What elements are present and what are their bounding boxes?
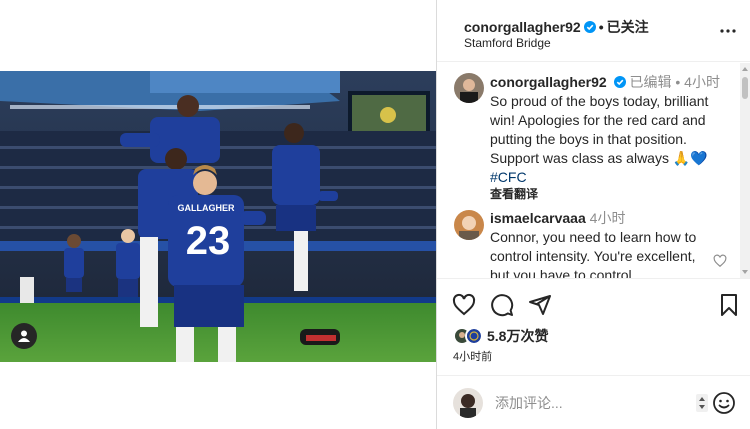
comment-time: 4小时 [589, 210, 626, 226]
comments-scrollbar[interactable] [740, 63, 750, 278]
comments-list[interactable]: conorgallagher92 已编辑 • 4小时 So proud of t… [437, 63, 741, 278]
post-actions: 5.8万次赞 4小时前 [437, 278, 750, 368]
share-icon[interactable] [528, 293, 552, 317]
bookmark-icon[interactable] [717, 293, 741, 317]
media-column: GALLAGHER 23 [0, 0, 436, 429]
input-stepper[interactable] [696, 394, 708, 412]
header-username[interactable]: conorgallagher92 [464, 19, 581, 35]
follow-status-button[interactable]: 已关注 [607, 19, 649, 35]
header-user-line: conorgallagher92 • 已关注 [464, 17, 649, 37]
heart-icon[interactable] [452, 293, 476, 317]
verified-badge-icon [583, 21, 596, 33]
comment-username[interactable]: ismaelcarvaaa [490, 210, 586, 226]
caption-edited: 已编辑 [629, 74, 672, 90]
scroll-up-arrow-icon[interactable] [741, 65, 749, 73]
comment-icon[interactable] [490, 293, 514, 317]
verified-badge-icon [613, 76, 626, 88]
comment-avatar[interactable] [454, 210, 484, 240]
jersey-name: GALLAGHER [178, 203, 235, 213]
location-link[interactable]: Stamford Bridge [464, 36, 551, 50]
user-tag-icon [18, 330, 30, 342]
post-details-panel: conorgallagher92 • 已关注 Stamford Bridge con… [436, 0, 750, 429]
likes-row[interactable]: 5.8万次赞 [453, 326, 548, 346]
likes-count[interactable]: 5.8万次赞 [487, 326, 548, 346]
translate-link[interactable]: 查看翻译 [490, 187, 730, 202]
caption-avatar[interactable] [454, 73, 484, 103]
current-user-avatar [453, 388, 483, 418]
caption-emoji: 🙏💙 [672, 150, 708, 166]
comment-text: Connor, you need to learn how to control… [490, 229, 697, 278]
caption-time: 4小时 [684, 74, 720, 90]
scrollbar-thumb[interactable] [742, 77, 748, 99]
caption: conorgallagher92 已编辑 • 4小时 So proud of t… [490, 73, 730, 202]
post-header: conorgallagher92 • 已关注 Stamford Bridge [437, 0, 750, 62]
post-timestamp[interactable]: 4小时前 [453, 348, 492, 364]
add-comment-bar [437, 375, 750, 429]
comment-like-heart-icon[interactable] [713, 254, 727, 268]
dot-separator: • [598, 19, 604, 35]
comment-input[interactable] [495, 393, 685, 413]
meta-dot: • [671, 74, 685, 90]
hashtag-link[interactable]: #CFC [490, 169, 527, 185]
comment-item: ismaelcarvaaa 4小时 Connor, you need to le… [490, 209, 712, 278]
post-photo[interactable]: GALLAGHER 23 [0, 71, 436, 362]
caption-username[interactable]: conorgallagher92 [490, 74, 607, 90]
scroll-down-arrow-icon[interactable] [741, 268, 749, 276]
liker-avatar [465, 327, 483, 345]
user-tag-button[interactable] [11, 323, 37, 349]
more-icon[interactable] [719, 22, 737, 40]
jersey-number: 23 [186, 219, 231, 263]
emoji-icon[interactable] [712, 391, 736, 415]
